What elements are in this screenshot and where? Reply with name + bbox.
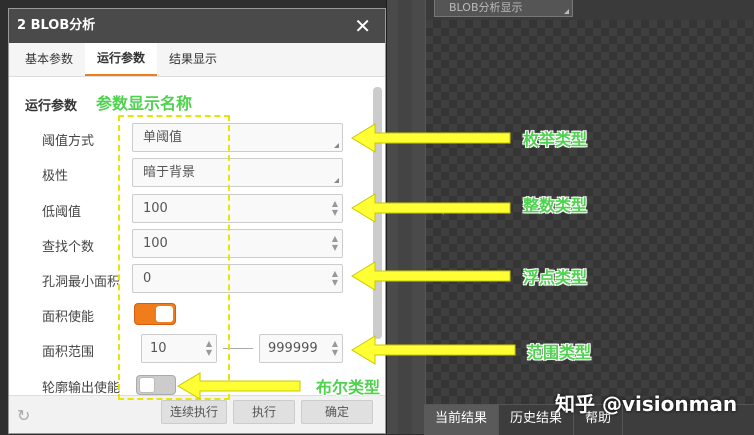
annotation-arrows: [177, 123, 516, 400]
annotation-param-name: 参数显示名称: [96, 94, 193, 113]
annotation-bool-type: 布尔类型: [316, 378, 381, 397]
arrow-int: [351, 193, 511, 223]
watermark: 知乎 @visionman: [555, 392, 738, 416]
arrow-float: [351, 261, 511, 291]
annotation-float-type: 浮点类型: [523, 268, 588, 287]
arrow-bool: [177, 372, 301, 400]
annotation-int-type: 整数类型: [523, 196, 588, 215]
arrow-range: [351, 335, 516, 365]
arrow-enum: [351, 123, 511, 153]
annotation-enum-type: 枚举类型: [523, 130, 588, 149]
annotation-range-type: 范围类型: [527, 343, 592, 362]
